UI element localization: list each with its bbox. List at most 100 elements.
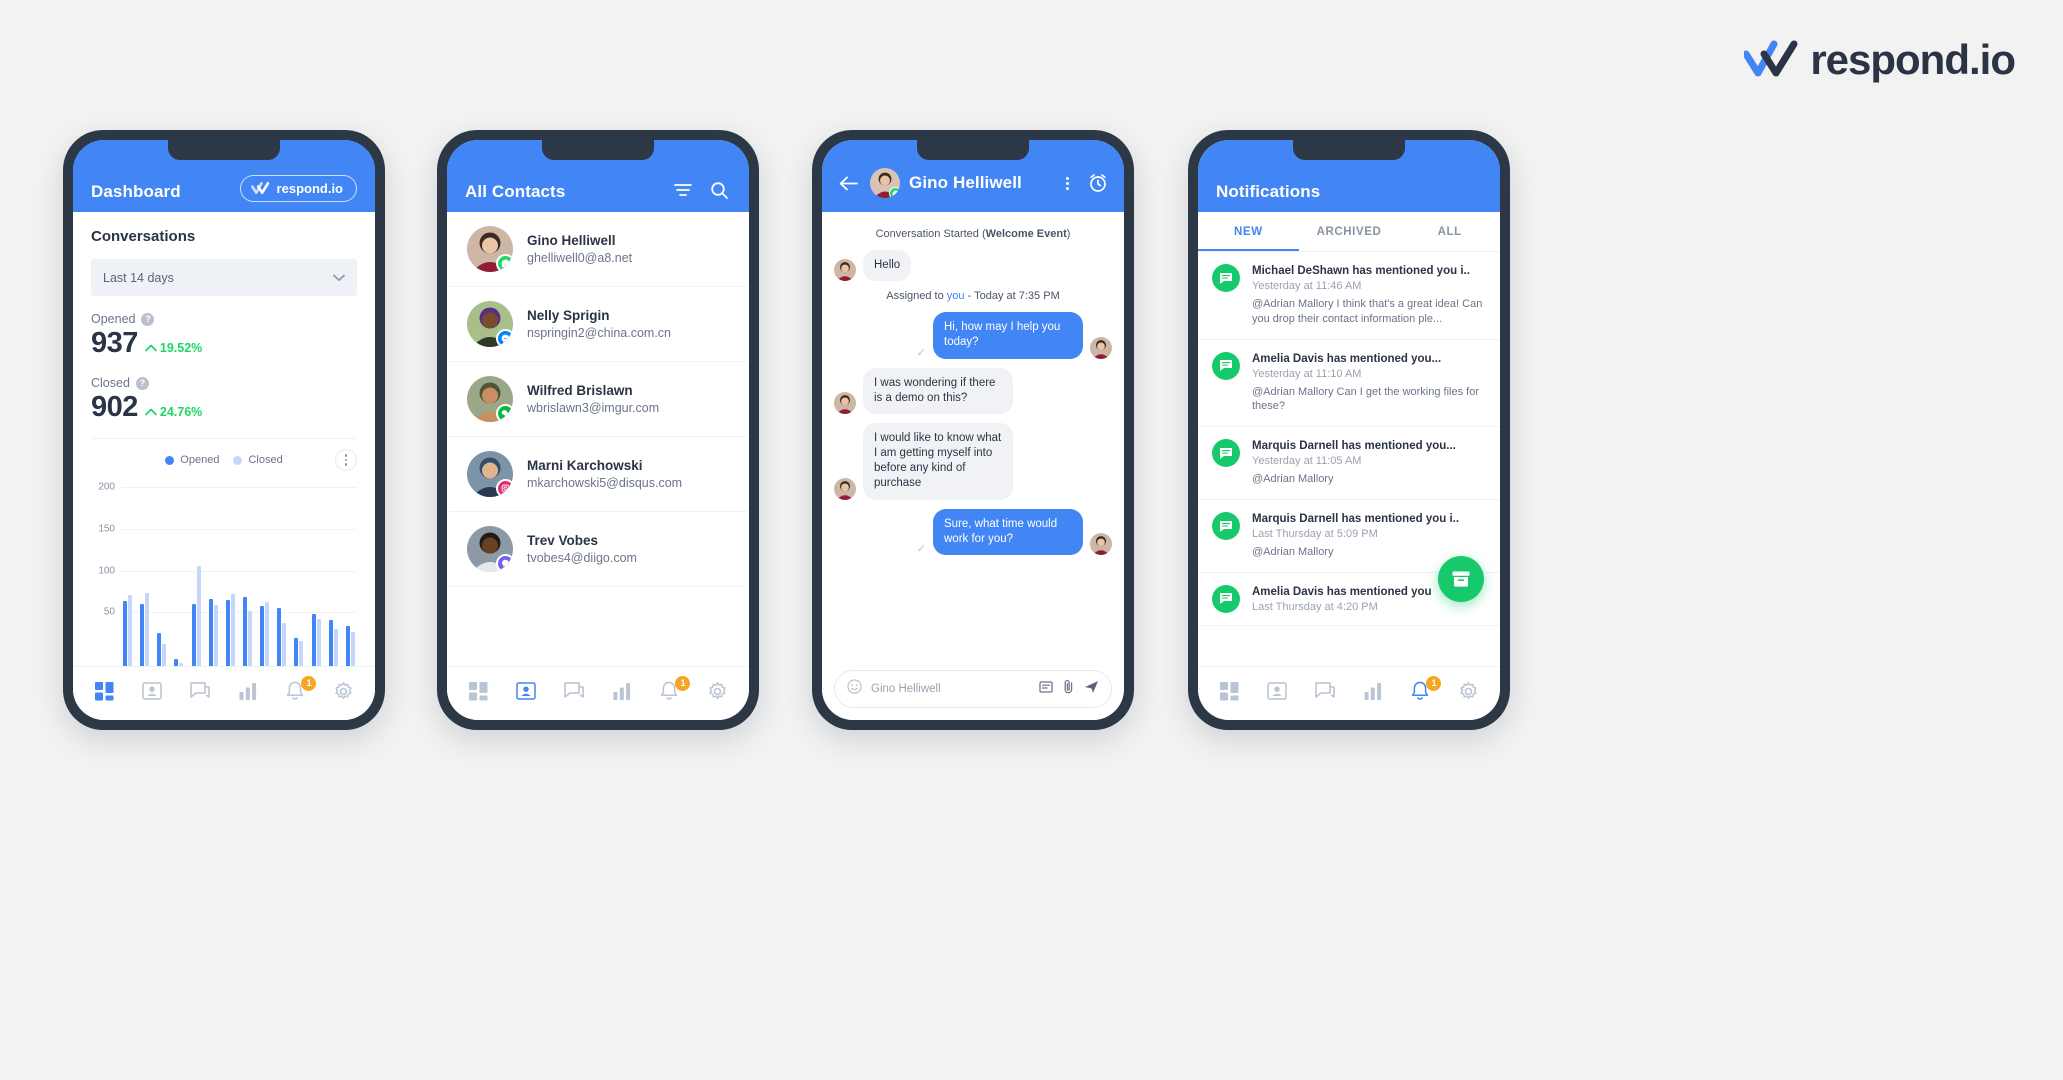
chart-options-button[interactable]	[335, 449, 357, 471]
avatar	[467, 301, 513, 347]
chat-menu-icon[interactable]	[1056, 172, 1078, 194]
date-range-select[interactable]: Last 14 days	[91, 259, 357, 296]
delivered-check-icon: ✓	[916, 542, 926, 555]
help-icon[interactable]: ?	[141, 312, 155, 326]
avatar	[834, 259, 856, 282]
nav-item-notifications[interactable]: 1	[654, 675, 691, 709]
nav-item-settings[interactable]	[702, 679, 732, 709]
nav-item-reports[interactable]	[1358, 679, 1388, 709]
phone-notch	[1293, 140, 1405, 160]
contact-list-item[interactable]: Gino Helliwell ghelliwell0@a8.net	[449, 212, 747, 287]
whatsapp-badge-icon	[496, 254, 513, 272]
settings-icon	[1459, 681, 1478, 706]
nav-item-notifications[interactable]: 1	[1405, 675, 1442, 709]
notification-title: Amelia Davis has mentioned you...	[1252, 352, 1442, 365]
contact-photo	[834, 477, 856, 500]
nav-item-settings[interactable]	[1453, 679, 1483, 709]
back-arrow-icon[interactable]	[836, 171, 860, 195]
outgoing-message: ✓ Sure, what time would work for you?	[834, 508, 1112, 555]
notification-item[interactable]: Amelia Davis has mentioned you... Yester…	[1198, 340, 1500, 428]
bar-closed	[145, 592, 150, 666]
contact-list-item[interactable]: Trev Vobes tvobes4@diigo.com	[449, 512, 747, 587]
conversations-chart: Opened Closed 50 100 150 200	[91, 438, 357, 666]
notification-body: @Adrian Mallory Can I get the working fi…	[1252, 385, 1479, 413]
notifications-body: NEW ARCHIVED ALL Michael DeShawn has menti…	[1198, 212, 1500, 666]
legend-label: Closed	[248, 454, 283, 466]
send-icon[interactable]	[1084, 680, 1099, 699]
nav-item-dashboard[interactable]	[464, 679, 494, 709]
contacts-body: Gino Helliwell ghelliwell0@a8.net Nelly …	[447, 212, 749, 666]
notification-title: Michael DeShawn has mentioned you i..	[1252, 265, 1470, 277]
bar-opened	[191, 603, 196, 666]
stat-opened: Opened ? 937 19.52%	[91, 312, 357, 360]
settings-icon	[708, 681, 727, 706]
avatar[interactable]	[870, 168, 900, 198]
help-icon[interactable]: ?	[135, 376, 149, 390]
tab-new[interactable]: NEW	[1198, 212, 1299, 251]
notification-title: Marquis Darnell has mentioned you i..	[1252, 513, 1460, 526]
chat-body: Conversation Started (Welcome Event) Hel…	[822, 212, 1124, 720]
dashboard-body: Conversations Last 14 days Opened ? 937 …	[73, 212, 375, 666]
contact-photo	[1090, 532, 1112, 555]
chat-contact-name: Gino Helliwell	[909, 173, 1022, 192]
bar-closed	[179, 662, 184, 666]
message-composer[interactable]: Gino Helliwell	[834, 670, 1112, 708]
notification-item[interactable]: Michael DeShawn has mentioned you i.. Ye…	[1198, 252, 1500, 340]
message-input[interactable]: Gino Helliwell	[871, 683, 1030, 695]
messages-icon	[190, 682, 210, 705]
nav-item-contacts[interactable]	[137, 679, 167, 709]
settings-icon	[334, 681, 353, 706]
saved-replies-icon[interactable]	[1039, 680, 1053, 698]
mention-message-icon	[1212, 584, 1240, 613]
filter-icon[interactable]	[671, 178, 695, 202]
respond-io-pill-button[interactable]: respond.io	[239, 175, 357, 202]
nav-item-reports[interactable]	[233, 679, 263, 709]
nav-item-messages[interactable]	[185, 679, 215, 709]
contact-list-item[interactable]: Marni Karchowski mkarchowski5@disqus.com	[449, 437, 747, 512]
bar-opened	[225, 600, 230, 666]
contact-photo	[1090, 336, 1112, 359]
incoming-message: I would like to know what I am getting m…	[834, 422, 1112, 500]
contact-list-item[interactable]: Nelly Sprigin nspringin2@china.com.cn	[449, 287, 747, 362]
bar-closed	[247, 611, 252, 666]
nav-item-settings[interactable]	[328, 679, 358, 709]
nav-item-messages[interactable]	[1310, 679, 1340, 709]
attachment-icon[interactable]	[1062, 679, 1075, 699]
message-bubble: Hi, how may I help you today?	[933, 312, 1083, 359]
nav-item-contacts[interactable]	[1262, 679, 1292, 709]
notification-item[interactable]: Marquis Darnell has mentioned you... Yes…	[1198, 427, 1500, 501]
y-tick-label: 200	[98, 481, 115, 493]
legend-closed: Closed	[233, 454, 283, 466]
archive-fab-button[interactable]	[1438, 556, 1484, 602]
contacts-icon	[516, 682, 537, 705]
wechat-badge-icon	[496, 404, 513, 422]
y-tick-label: 50	[103, 606, 115, 618]
tab-archived[interactable]: ARCHIVED	[1299, 212, 1400, 251]
nav-item-messages[interactable]	[559, 679, 589, 709]
tab-all[interactable]: ALL	[1399, 212, 1500, 251]
notification-badge: 1	[1426, 675, 1442, 691]
bar-group	[140, 479, 150, 666]
bar-opened	[260, 606, 265, 666]
contact-name: Trev Vobes	[527, 533, 599, 548]
page-title: Dashboard	[91, 182, 181, 201]
contact-photo	[834, 391, 856, 414]
nav-item-notifications[interactable]: 1	[280, 675, 317, 709]
emoji-icon[interactable]	[847, 679, 862, 699]
nav-item-reports[interactable]	[607, 679, 637, 709]
bar-group	[311, 479, 321, 666]
incoming-message: Hello	[834, 250, 1112, 282]
notification-time: Yesterday at 11:05 AM	[1252, 455, 1362, 468]
nav-item-dashboard[interactable]	[1215, 679, 1245, 709]
snooze-clock-icon[interactable]	[1086, 171, 1110, 195]
nav-item-dashboard[interactable]	[90, 679, 120, 709]
reports-icon	[239, 682, 257, 705]
nav-item-contacts[interactable]	[511, 679, 541, 709]
search-icon[interactable]	[707, 178, 731, 202]
stat-closed-delta: 24.76%	[145, 405, 202, 419]
bottom-navigation: 1	[447, 666, 749, 720]
bar-group	[123, 479, 132, 666]
dashboard-icon	[95, 681, 114, 706]
notification-title: Marquis Darnell has mentioned you...	[1252, 440, 1456, 453]
contact-list-item[interactable]: Wilfred Brislawn wbrislawn3@imgur.com	[449, 362, 747, 437]
